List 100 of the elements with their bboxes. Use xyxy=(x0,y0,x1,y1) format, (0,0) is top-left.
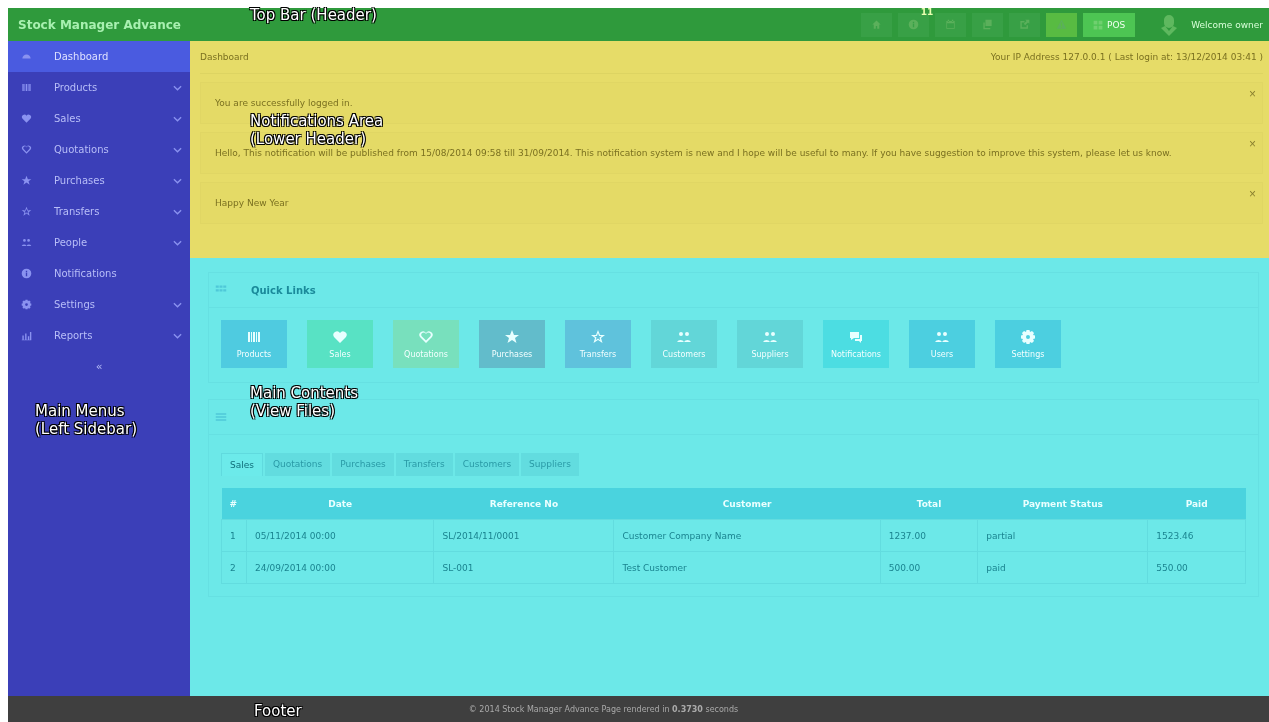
brand-title[interactable]: Stock Manager Advance xyxy=(8,17,190,32)
sidebar-item[interactable]: Reports xyxy=(8,320,190,351)
quick-link-tile[interactable]: Notifications xyxy=(823,320,889,368)
sidebar-item[interactable]: Quotations xyxy=(8,134,190,165)
sidebar-item[interactable]: Purchases xyxy=(8,165,190,196)
quick-link-tile[interactable]: Settings xyxy=(995,320,1061,368)
copy-button[interactable] xyxy=(972,12,1004,37)
annotation-label: Main Contents (View Files) xyxy=(250,384,359,420)
pos-button[interactable]: POS xyxy=(1083,12,1136,37)
table-cell: 24/09/2014 00:00 xyxy=(246,551,434,584)
table-cell: 2 xyxy=(221,551,247,584)
people-icon xyxy=(762,329,778,345)
quick-link-tile[interactable]: Suppliers xyxy=(737,320,803,368)
sidebar-item[interactable]: Dashboard xyxy=(8,41,190,72)
people-icon xyxy=(934,329,950,345)
calendar-icon xyxy=(945,19,957,30)
people-icon xyxy=(21,237,32,248)
quick-link-tile[interactable]: Transfers xyxy=(565,320,631,368)
barcode-icon xyxy=(21,82,32,93)
table-cell: Customer Company Name xyxy=(613,519,881,552)
people-icon xyxy=(676,329,692,345)
table-cell: partial xyxy=(977,519,1148,552)
heart-outline-icon xyxy=(418,329,434,345)
tab[interactable]: Quotations xyxy=(264,453,331,476)
welcome-text[interactable]: Welcome owner xyxy=(1191,19,1263,30)
sidebar-item[interactable]: Transfers xyxy=(8,196,190,227)
gear-icon xyxy=(21,299,32,310)
home-button[interactable] xyxy=(861,12,893,37)
quick-link-tile[interactable]: Users xyxy=(909,320,975,368)
quick-link-tile[interactable]: Quotations xyxy=(393,320,459,368)
dashboard-icon xyxy=(21,51,32,62)
notification-text: You are successfully logged in. xyxy=(215,97,353,110)
sidebar-item[interactable]: People xyxy=(8,227,190,258)
column-header[interactable]: Payment Status xyxy=(977,488,1148,520)
sidebar-item[interactable]: Settings xyxy=(8,289,190,320)
column-header[interactable]: Customer xyxy=(613,488,881,520)
grid-icon xyxy=(1093,19,1104,30)
annotation-label: Main Menus (Left Sidebar) xyxy=(35,402,137,438)
column-header[interactable]: Paid xyxy=(1147,488,1246,520)
column-header[interactable]: Date xyxy=(246,488,434,520)
column-header[interactable]: # xyxy=(221,488,247,520)
column-header[interactable]: Total xyxy=(880,488,978,520)
collapse-sidebar-button[interactable]: « xyxy=(89,359,109,374)
footer-text: © 2014 Stock Manager Advance Page rendered in 0.3730 seconds xyxy=(468,704,739,714)
copy-icon xyxy=(982,19,994,30)
user-avatar-icon[interactable] xyxy=(1159,13,1180,36)
chat-icon xyxy=(848,329,864,345)
close-button[interactable]: × xyxy=(1249,187,1256,201)
table-cell: paid xyxy=(977,551,1148,584)
star-outline-icon xyxy=(21,206,32,217)
sidebar-item[interactable]: Products xyxy=(8,72,190,103)
tab[interactable]: Sales xyxy=(221,453,263,476)
gear-icon xyxy=(1020,329,1036,345)
star-outline-icon xyxy=(590,329,606,345)
table-cell: 1523.46 xyxy=(1147,519,1246,552)
share-icon xyxy=(1019,19,1031,30)
table-cell: 500.00 xyxy=(880,551,978,584)
table-cell: 05/11/2014 00:00 xyxy=(246,519,434,552)
table-cell: SL/2014/11/0001 xyxy=(433,519,614,552)
heart-outline-icon xyxy=(21,144,32,155)
info-icon xyxy=(21,268,32,279)
ip-address-text: Your IP Address 127.0.0.1 ( Last login at: 13/12/2014 03:41 ) xyxy=(990,52,1263,62)
notification-count: 11 xyxy=(920,6,934,17)
warning-icon xyxy=(1056,19,1068,30)
annotation-label: Footer xyxy=(254,702,302,720)
home-icon xyxy=(871,19,883,30)
column-header[interactable]: Reference No xyxy=(433,488,614,520)
tab[interactable]: Purchases xyxy=(332,453,394,476)
star-icon xyxy=(504,329,520,345)
calendar-button[interactable] xyxy=(935,12,967,37)
quick-link-tile[interactable]: Purchases xyxy=(479,320,545,368)
table-cell: SL-001 xyxy=(433,551,614,584)
tab[interactable]: Transfers xyxy=(395,453,453,476)
annotation-label: Notifications Area (Lower Header) xyxy=(250,112,384,148)
quick-link-tile[interactable]: Sales xyxy=(307,320,373,368)
table-cell: 550.00 xyxy=(1147,551,1246,584)
list-icon xyxy=(215,411,227,423)
table-cell: Test Customer xyxy=(613,551,881,584)
annotation-label: Top Bar (Header) xyxy=(250,6,377,24)
table-cell: 1 xyxy=(221,519,247,552)
sidebar-item[interactable]: Notifications xyxy=(8,258,190,289)
notification-text: Happy New Year xyxy=(215,197,289,210)
quick-link-tile[interactable]: Products xyxy=(221,320,287,368)
tab[interactable]: Customers xyxy=(454,453,520,476)
table-cell: 1237.00 xyxy=(880,519,978,552)
heart-icon xyxy=(332,329,348,345)
sidebar-item[interactable]: Sales xyxy=(8,103,190,134)
quick-link-tile[interactable]: Customers xyxy=(651,320,717,368)
panel-title: Quick Links xyxy=(251,284,316,296)
breadcrumb[interactable]: Dashboard xyxy=(200,52,249,62)
chart-icon xyxy=(21,330,32,341)
tab[interactable]: Suppliers xyxy=(521,453,579,476)
share-button[interactable] xyxy=(1009,12,1041,37)
barcode-icon xyxy=(246,329,262,345)
info-icon xyxy=(908,19,920,30)
warning-button[interactable] xyxy=(1046,12,1078,37)
star-icon xyxy=(21,175,32,186)
notification-text: Hello, This notification will be published from 15/08/2014 09:58 till 31/09/2014. This notification system is new and I hope will be useful to many. If you have suggestion to improve this system, please let us know. xyxy=(215,147,1172,160)
close-button[interactable]: × xyxy=(1249,137,1256,151)
close-button[interactable]: × xyxy=(1249,87,1256,101)
